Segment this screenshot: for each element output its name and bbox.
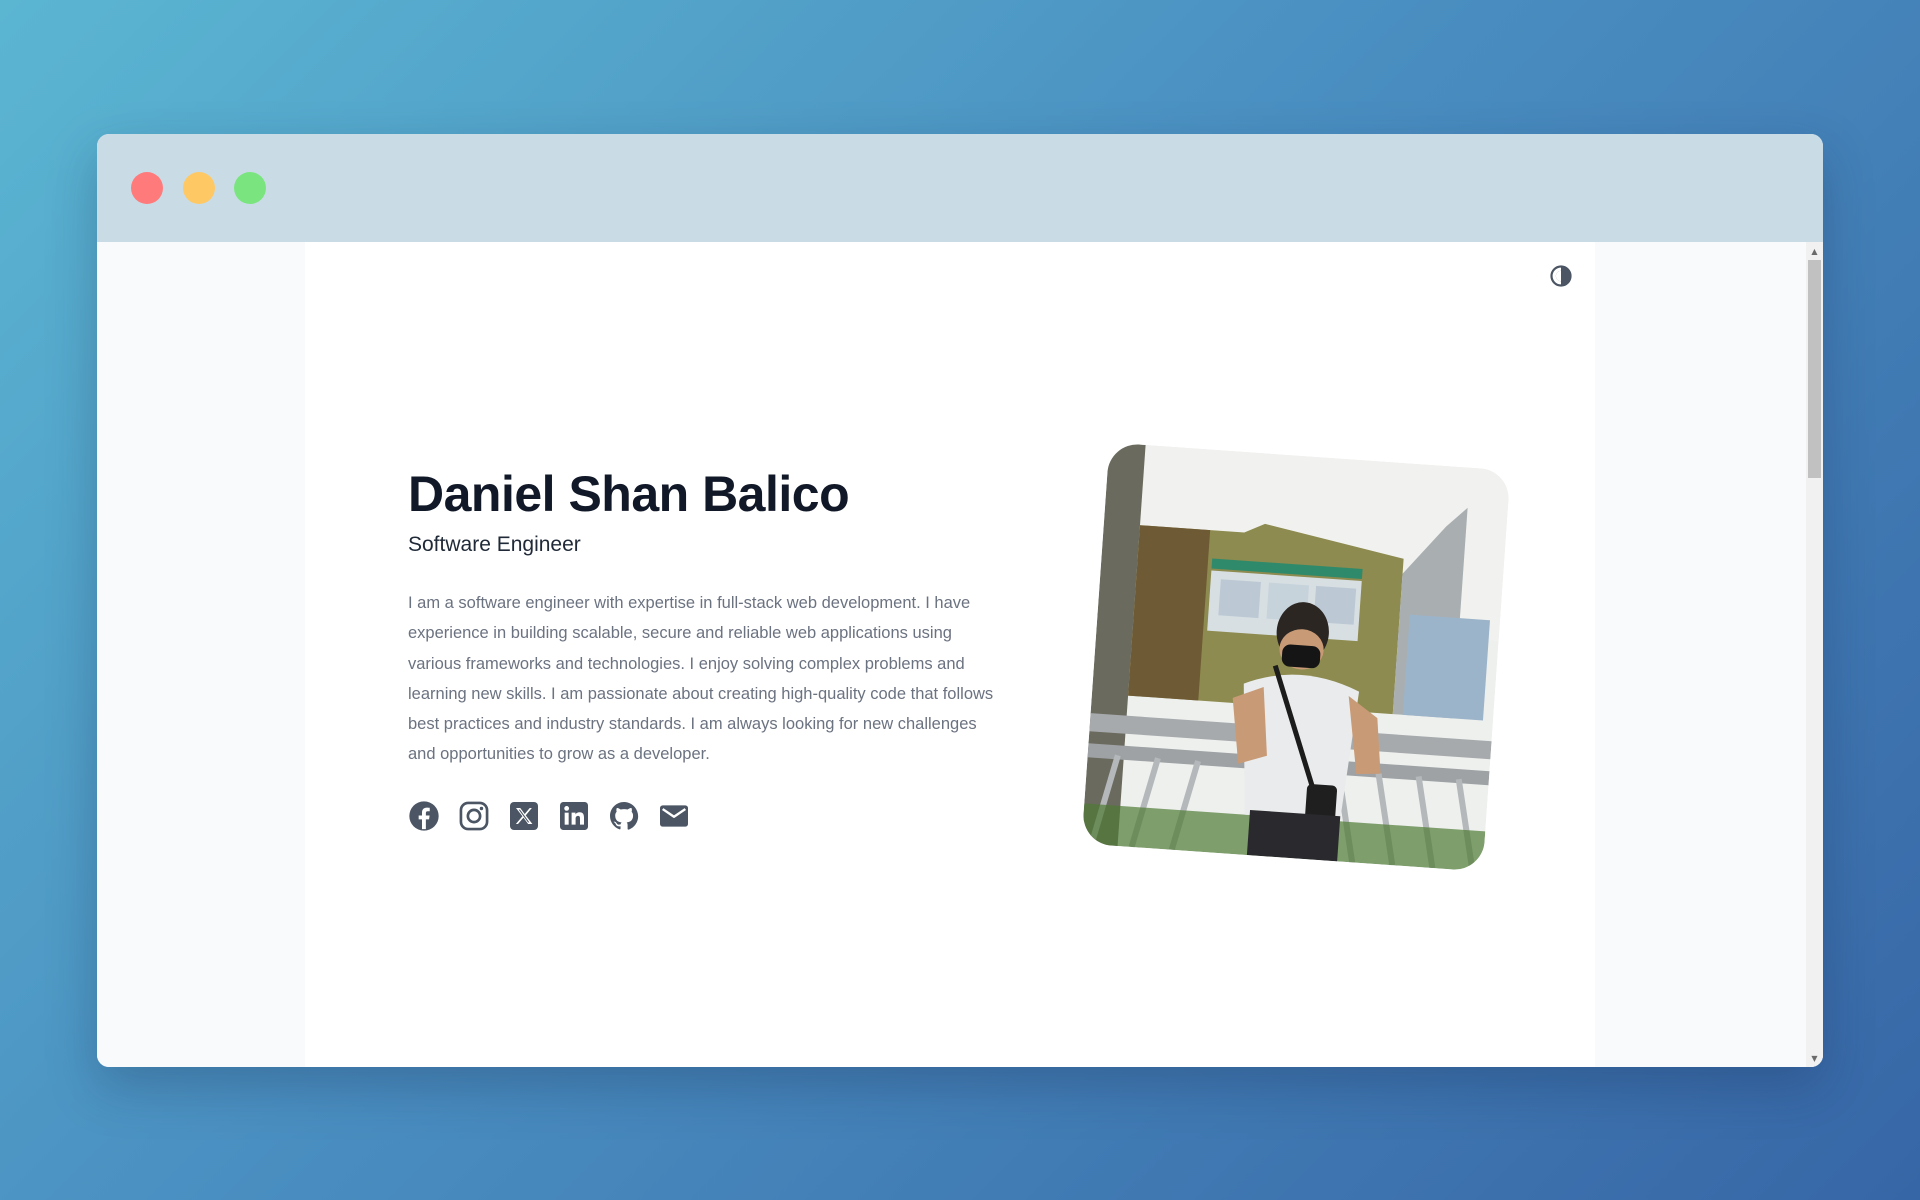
x-icon (510, 801, 538, 830)
profile-name: Daniel Shan Balico (408, 466, 850, 522)
x-link[interactable] (508, 800, 540, 832)
instagram-icon (459, 801, 489, 831)
theme-toggle-button[interactable] (1549, 264, 1573, 288)
hero-intro: Daniel Shan Balico Software Engineer I a… (408, 464, 998, 832)
page-viewport: Daniel Shan Balico Software Engineer I a… (97, 242, 1823, 1067)
scrollbar-thumb[interactable] (1808, 260, 1821, 478)
profile-role: Software Engineer (408, 533, 581, 556)
facebook-link[interactable] (408, 800, 440, 832)
email-icon (660, 805, 688, 827)
minimize-window-button[interactable] (183, 172, 215, 204)
profile-photo (1081, 442, 1511, 872)
profile-photo-illustration (1081, 442, 1511, 872)
window-titlebar (97, 134, 1823, 242)
linkedin-icon (560, 801, 588, 830)
page-content: Daniel Shan Balico Software Engineer I a… (305, 242, 1595, 1067)
contrast-icon (1550, 265, 1572, 287)
facebook-icon (409, 801, 439, 831)
instagram-link[interactable] (458, 800, 490, 832)
maximize-window-button[interactable] (234, 172, 266, 204)
vertical-scrollbar[interactable]: ▲ ▼ (1806, 242, 1823, 1067)
github-icon (610, 801, 639, 830)
scroll-up-arrow-icon[interactable]: ▲ (1806, 244, 1823, 258)
github-link[interactable] (608, 800, 640, 832)
scroll-down-arrow-icon[interactable]: ▼ (1806, 1051, 1823, 1065)
social-links (408, 800, 998, 832)
linkedin-link[interactable] (558, 800, 590, 832)
profile-bio: I am a software engineer with expertise … (408, 594, 994, 764)
email-link[interactable] (658, 800, 690, 832)
close-window-button[interactable] (131, 172, 163, 204)
browser-window: Daniel Shan Balico Software Engineer I a… (97, 134, 1823, 1067)
